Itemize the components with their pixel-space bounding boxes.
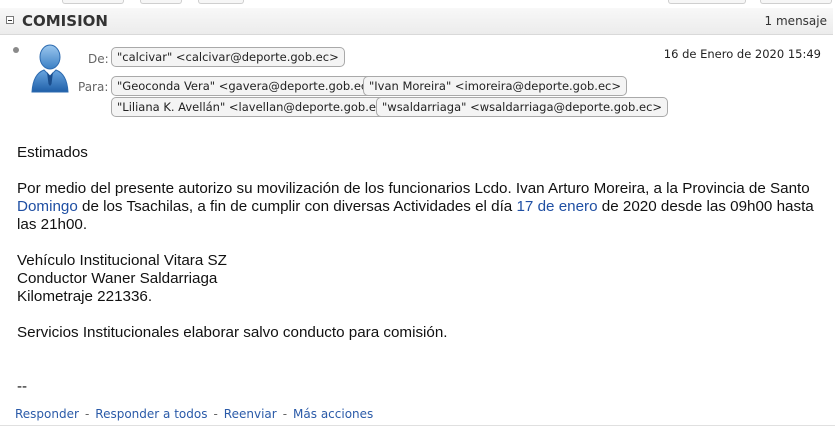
toolbar-button[interactable] <box>140 0 182 4</box>
separator: - <box>84 407 90 421</box>
body-paragraph: Por medio del presente autorizo su movil… <box>17 180 827 234</box>
vehicle-line: Vehículo Institucional Vitara SZ <box>17 252 227 269</box>
avatar <box>31 44 69 93</box>
toolbar-remnant <box>0 0 835 5</box>
signature-separator: -- <box>17 378 28 395</box>
message-body: Estimados Por medio del presente autoriz… <box>17 144 827 396</box>
services-line: Servicios Institucionales elaborar salvo… <box>17 324 448 341</box>
recipient-chip[interactable]: "Geoconda Vera" <gavera@deporte.gob.ec> <box>111 76 383 96</box>
body-text: de los Tsachilas, a fin de cumplir con d… <box>77 198 517 215</box>
unread-dot-icon <box>13 47 19 53</box>
date-link[interactable]: 17 de enero <box>516 198 597 215</box>
mileage-line: Kilometraje 221336. <box>17 288 153 305</box>
driver-line: Conductor Waner Saldarriaga <box>17 270 218 287</box>
thread-subject: COMISION <box>22 12 108 30</box>
reply-all-link[interactable]: Responder a todos <box>95 407 207 421</box>
forward-link[interactable]: Reenviar <box>224 407 277 421</box>
toolbar-button[interactable] <box>668 0 746 4</box>
detected-link[interactable]: Domingo <box>17 198 78 215</box>
separator: - <box>282 407 288 421</box>
message-count: 1 mensaje <box>764 14 827 28</box>
message-actions: Responder - Responder a todos - Reenviar - Más… <box>15 407 373 421</box>
to-label: Para: <box>78 80 109 94</box>
recipient-chip[interactable]: "wsaldarriaga" <wsaldarriaga@deporte.gob… <box>376 97 669 117</box>
recipient-chip[interactable]: "Ivan Moreira" <imoreira@deporte.gob.ec> <box>363 76 627 96</box>
message-date: 16 de Enero de 2020 15:49 <box>663 47 821 61</box>
greeting: Estimados <box>17 144 88 161</box>
separator: - <box>213 407 218 421</box>
sender-chip[interactable]: "calcivar" <calcivar@deporte.gob.ec> <box>111 47 345 67</box>
toolbar-button[interactable] <box>198 0 244 4</box>
reply-link[interactable]: Responder <box>15 407 79 421</box>
from-label: De: <box>88 52 109 66</box>
collapse-icon[interactable] <box>6 16 14 24</box>
recipient-chip[interactable]: "Liliana K. Avellán" <lavellan@deporte.g… <box>111 97 398 117</box>
more-actions-link[interactable]: Más acciones <box>293 407 373 421</box>
divider <box>0 425 835 426</box>
thread-header: COMISION 1 mensaje <box>0 8 833 35</box>
toolbar-button[interactable] <box>760 0 832 4</box>
toolbar-button[interactable] <box>62 0 124 4</box>
body-text: Por medio del presente autorizo su movil… <box>17 180 810 197</box>
